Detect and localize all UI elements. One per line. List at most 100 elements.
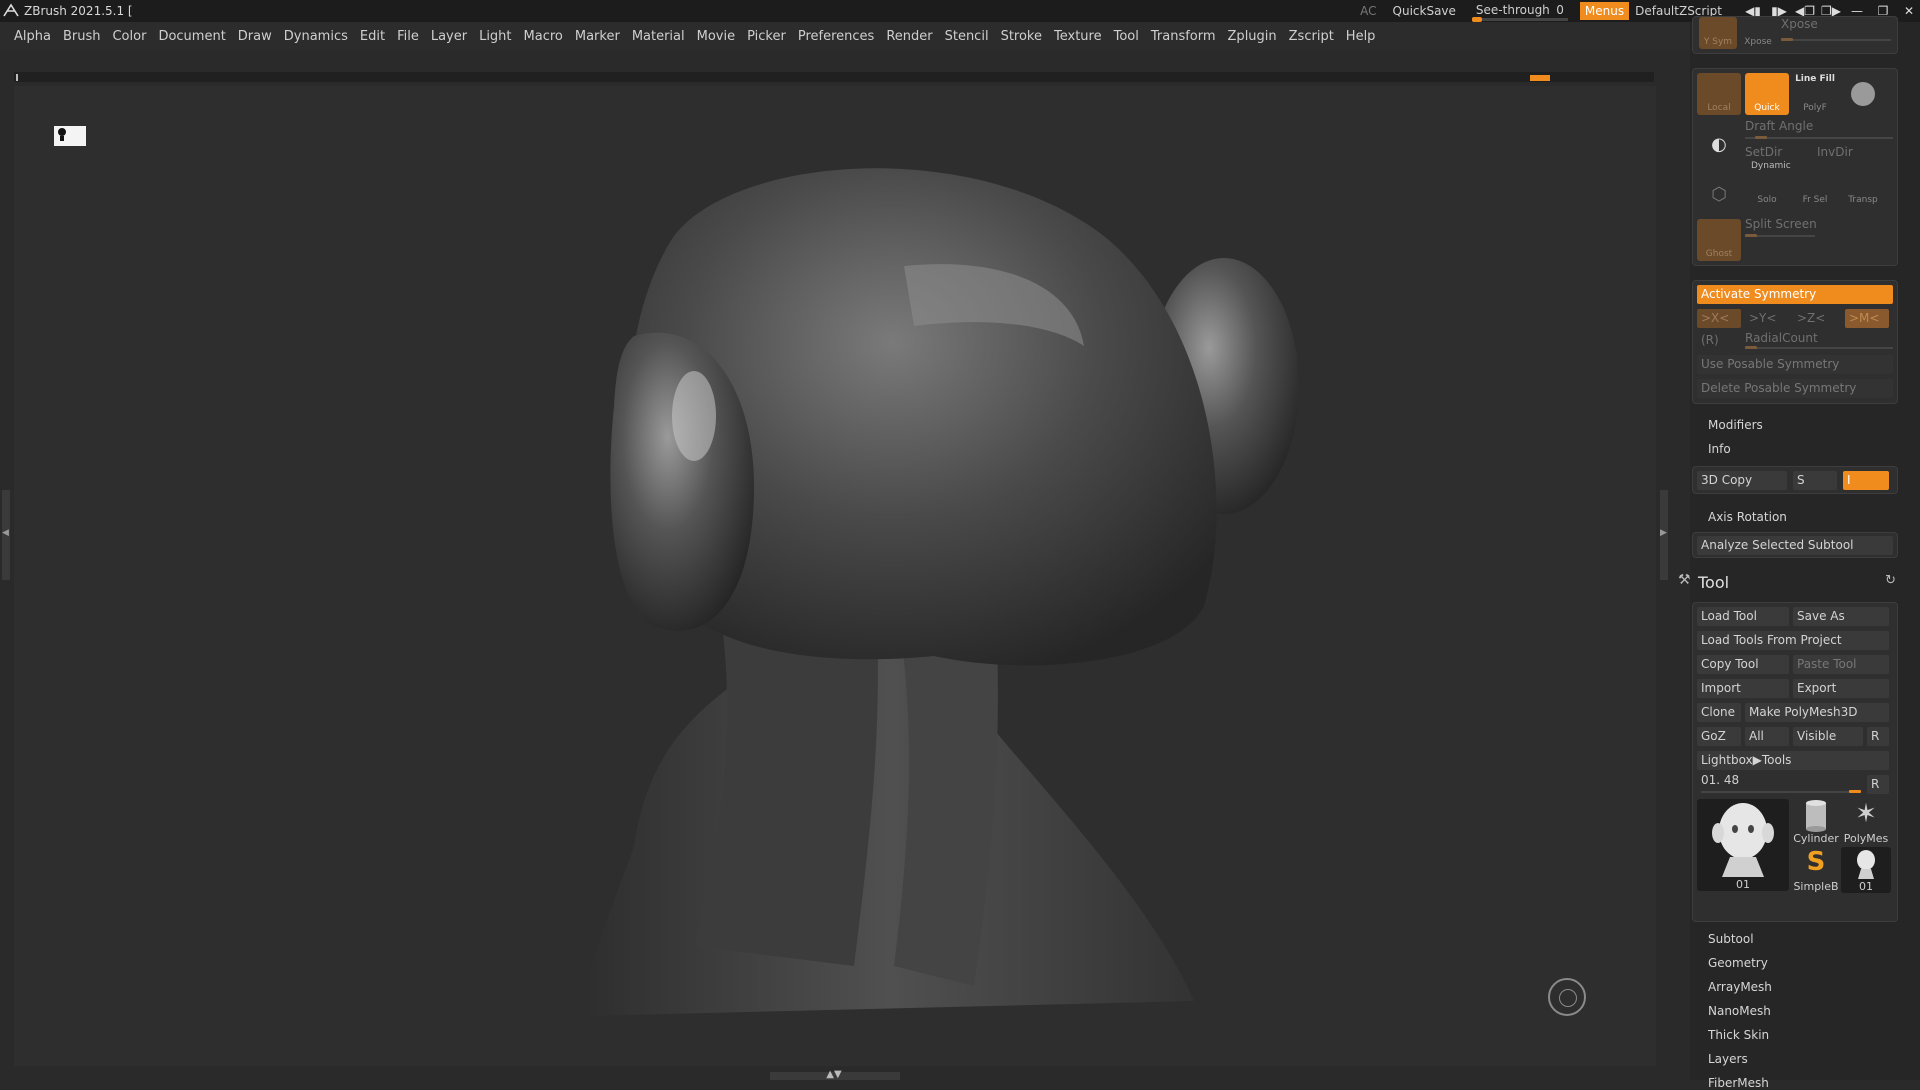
menu-file[interactable]: File bbox=[397, 29, 419, 44]
menu-help[interactable]: Help bbox=[1346, 29, 1376, 44]
xpose-slider-track[interactable] bbox=[1781, 39, 1891, 41]
timeline-playhead[interactable] bbox=[1530, 75, 1550, 81]
sphere-preview-icon[interactable] bbox=[1841, 73, 1885, 115]
delete-posable-symmetry-button[interactable]: Delete Posable Symmetry bbox=[1697, 379, 1893, 398]
menu-brush[interactable]: Brush bbox=[63, 29, 101, 44]
floor-toggle-icon[interactable]: ◐ bbox=[1697, 121, 1741, 157]
activate-symmetry-button[interactable]: Activate Symmetry bbox=[1697, 285, 1893, 304]
copy3d-button[interactable]: 3D Copy bbox=[1697, 471, 1787, 490]
menu-edit[interactable]: Edit bbox=[360, 29, 385, 44]
goz-all-button[interactable]: All bbox=[1745, 727, 1789, 746]
import-button[interactable]: Import bbox=[1697, 679, 1789, 698]
radial-count-knob[interactable] bbox=[1745, 346, 1757, 349]
tool-r-button[interactable]: R bbox=[1867, 775, 1889, 794]
polyf-button[interactable]: Line Fill PolyF bbox=[1793, 73, 1837, 115]
right-tray-handle[interactable]: ▶ bbox=[1660, 490, 1668, 580]
draft-angle-track[interactable] bbox=[1745, 137, 1893, 139]
modifiers-section[interactable]: Modifiers bbox=[1708, 418, 1763, 432]
menu-render[interactable]: Render bbox=[886, 29, 932, 44]
layers-section[interactable]: Layers bbox=[1708, 1052, 1748, 1066]
current-tool-label[interactable]: 01. 48 bbox=[1701, 773, 1739, 787]
menu-alpha[interactable]: Alpha bbox=[14, 29, 51, 44]
menu-stencil[interactable]: Stencil bbox=[945, 29, 989, 44]
ghost-button[interactable]: Ghost bbox=[1697, 219, 1741, 261]
menu-marker[interactable]: Marker bbox=[575, 29, 620, 44]
menu-dynamics[interactable]: Dynamics bbox=[284, 29, 348, 44]
axis-rotation-section[interactable]: Axis Rotation bbox=[1708, 510, 1787, 524]
menu-draw[interactable]: Draw bbox=[238, 29, 272, 44]
frsel-button[interactable]: Fr Sel bbox=[1793, 173, 1837, 207]
menu-layer[interactable]: Layer bbox=[431, 29, 467, 44]
tool-thumb-small[interactable]: 01 bbox=[1841, 847, 1891, 893]
tool-palette-header[interactable]: ⚒ Tool ↻ bbox=[1678, 570, 1898, 594]
paste-tool-button[interactable]: Paste Tool bbox=[1793, 655, 1889, 674]
sculpt-model[interactable] bbox=[14, 86, 1656, 1066]
menu-light[interactable]: Light bbox=[479, 29, 511, 44]
menu-stroke[interactable]: Stroke bbox=[1001, 29, 1042, 44]
sym-x-button[interactable]: >X< bbox=[1697, 309, 1741, 328]
use-posable-symmetry-button[interactable]: Use Posable Symmetry bbox=[1697, 355, 1893, 374]
menu-zscript[interactable]: Zscript bbox=[1289, 29, 1334, 44]
gyro-navigation-icon[interactable] bbox=[1548, 978, 1586, 1016]
menu-macro[interactable]: Macro bbox=[524, 29, 563, 44]
timeline-strip[interactable] bbox=[14, 72, 1654, 82]
menu-color[interactable]: Color bbox=[112, 29, 146, 44]
copy3d-s-button[interactable]: S bbox=[1793, 471, 1837, 490]
copy3d-i-button[interactable]: I bbox=[1843, 471, 1889, 490]
sym-r-button[interactable]: (R) bbox=[1701, 333, 1719, 347]
split-screen-knob[interactable] bbox=[1745, 234, 1757, 237]
menu-zplugin[interactable]: Zplugin bbox=[1228, 29, 1277, 44]
tool-reset-icon[interactable]: ↻ bbox=[1885, 573, 1896, 588]
lightbox-tools-button[interactable]: Lightbox▶Tools bbox=[1697, 751, 1889, 770]
clone-button[interactable]: Clone bbox=[1697, 703, 1741, 722]
ac-label[interactable]: AC bbox=[1360, 4, 1376, 18]
left-tray-handle[interactable]: ◀ bbox=[2, 490, 10, 580]
geometry-section[interactable]: Geometry bbox=[1708, 956, 1768, 970]
perspective-icon[interactable] bbox=[54, 126, 86, 146]
menu-transform[interactable]: Transform bbox=[1151, 29, 1216, 44]
xpose-button[interactable]: Xpose bbox=[1743, 17, 1773, 49]
tool-thumb-main[interactable]: 01 bbox=[1697, 799, 1789, 891]
quicksave-button[interactable]: QuickSave bbox=[1393, 4, 1456, 18]
sym-z-button[interactable]: >Z< bbox=[1797, 311, 1825, 325]
analyze-subtool-button[interactable]: Analyze Selected Subtool bbox=[1697, 536, 1893, 555]
frame-cube-icon[interactable]: ⬡ bbox=[1697, 165, 1741, 207]
nanomesh-section[interactable]: NanoMesh bbox=[1708, 1004, 1771, 1018]
make-polymesh3d-button[interactable]: Make PolyMesh3D bbox=[1745, 703, 1889, 722]
sym-y-button[interactable]: >Y< bbox=[1749, 311, 1776, 325]
tool-thumb-simplebrush[interactable]: S SimpleB bbox=[1793, 847, 1839, 893]
goz-button[interactable]: GoZ bbox=[1697, 727, 1741, 746]
draft-angle-knob[interactable] bbox=[1755, 136, 1767, 139]
tool-slider-knob[interactable] bbox=[1849, 790, 1861, 793]
xpose-slider-knob[interactable] bbox=[1781, 38, 1793, 41]
quick-button[interactable]: Quick bbox=[1745, 73, 1789, 115]
ysym-button[interactable]: Y Sym bbox=[1699, 17, 1737, 49]
see-through-slider[interactable]: See-through 0 bbox=[1471, 0, 1568, 22]
goz-r-button[interactable]: R bbox=[1867, 727, 1889, 746]
menu-document[interactable]: Document bbox=[158, 29, 225, 44]
tool-thumb-cylinder[interactable]: Cylinder bbox=[1793, 799, 1839, 845]
menu-material[interactable]: Material bbox=[632, 29, 685, 44]
radial-count-track[interactable] bbox=[1745, 347, 1893, 349]
tool-thumb-polymesh[interactable]: ✶ PolyMes bbox=[1841, 799, 1891, 845]
menu-preferences[interactable]: Preferences bbox=[798, 29, 874, 44]
save-as-button[interactable]: Save As bbox=[1793, 607, 1889, 626]
local-button[interactable]: Local bbox=[1697, 73, 1741, 115]
bottom-tray-handle[interactable]: ▲▼ bbox=[770, 1070, 900, 1080]
setdir-button[interactable]: SetDir bbox=[1745, 145, 1782, 159]
transp-button[interactable]: Transp bbox=[1841, 173, 1885, 207]
thick-skin-section[interactable]: Thick Skin bbox=[1708, 1028, 1769, 1042]
menu-picker[interactable]: Picker bbox=[747, 29, 786, 44]
invdir-button[interactable]: InvDir bbox=[1817, 145, 1853, 159]
export-button[interactable]: Export bbox=[1793, 679, 1889, 698]
menus-button[interactable]: Menus bbox=[1579, 2, 1630, 20]
copy-tool-button[interactable]: Copy Tool bbox=[1697, 655, 1789, 674]
menu-movie[interactable]: Movie bbox=[697, 29, 735, 44]
viewport-canvas[interactable] bbox=[14, 86, 1656, 1066]
tool-slider-track[interactable] bbox=[1701, 791, 1861, 793]
load-tools-from-project-button[interactable]: Load Tools From Project bbox=[1697, 631, 1889, 650]
close-icon[interactable]: ✕ bbox=[1898, 0, 1920, 22]
info-section[interactable]: Info bbox=[1708, 442, 1731, 456]
subtool-section[interactable]: Subtool bbox=[1708, 932, 1754, 946]
sym-m-button[interactable]: >M< bbox=[1845, 309, 1889, 328]
